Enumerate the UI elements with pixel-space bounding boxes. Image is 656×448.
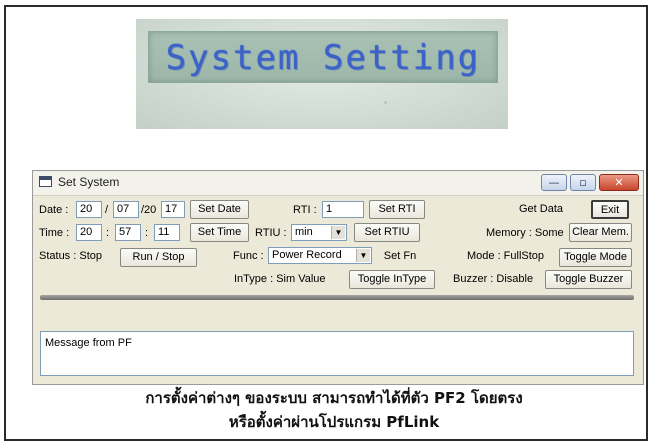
message-box[interactable]: Message from PF: [40, 331, 634, 376]
lcd-speck: [384, 101, 387, 104]
mode-label: Mode : FullStop: [467, 250, 545, 262]
set-rtiu-button[interactable]: Set RTIU: [354, 223, 420, 242]
run-stop-button[interactable]: Run / Stop: [120, 248, 197, 267]
time-separator-2: :: [145, 227, 149, 239]
toggle-mode-button[interactable]: Toggle Mode: [559, 248, 632, 267]
rtiu-label: RTIU :: [255, 227, 287, 239]
minimize-button[interactable]: —: [541, 174, 567, 191]
clear-memory-button[interactable]: Clear Mem.: [569, 223, 632, 242]
rti-label: RTI :: [293, 204, 317, 216]
func-select[interactable]: Power Record ▼: [268, 247, 372, 264]
rtiu-select[interactable]: min ▼: [291, 224, 347, 241]
time-separator-1: :: [106, 227, 110, 239]
close-button[interactable]: ✕: [599, 174, 639, 191]
set-system-window: Set System — ▫ ✕ Date : 20 / 07 /20 17 S…: [32, 170, 644, 385]
date-separator: /: [105, 204, 109, 216]
divider-bar: [40, 295, 634, 300]
window-title: Set System: [58, 175, 120, 189]
toggle-buzzer-button[interactable]: Toggle Buzzer: [545, 270, 632, 289]
time-label: Time :: [39, 227, 70, 239]
time-minute-field[interactable]: 57: [115, 224, 141, 241]
set-rti-button[interactable]: Set RTI: [369, 200, 425, 219]
date-month-field[interactable]: 07: [113, 201, 139, 218]
buzzer-label: Buzzer : Disable: [453, 273, 534, 285]
date-day-field[interactable]: 20: [76, 201, 102, 218]
set-time-button[interactable]: Set Time: [190, 223, 249, 242]
time-hour-field[interactable]: 20: [76, 224, 102, 241]
caption-line-1: การตั้งค่าต่างๆ ของระบบ สามารถทำได้ที่ตั…: [145, 389, 523, 407]
maximize-button[interactable]: ▫: [570, 174, 596, 191]
rti-field[interactable]: 1: [322, 201, 364, 218]
lcd-text: System Setting: [165, 38, 481, 78]
lcd-photo: System Setting: [136, 19, 508, 129]
time-second-field[interactable]: 11: [154, 224, 180, 241]
title-bar: Set System — ▫ ✕: [33, 171, 643, 196]
figure-frame: System Setting Set System — ▫ ✕ Date : 2…: [4, 5, 648, 441]
memory-label: Memory : Some: [486, 227, 564, 239]
chevron-down-icon[interactable]: ▼: [331, 226, 345, 239]
window-icon: [39, 176, 52, 187]
lcd-screen: System Setting: [148, 31, 498, 83]
chevron-down-icon[interactable]: ▼: [356, 249, 370, 262]
exit-button[interactable]: Exit: [591, 200, 629, 219]
rtiu-value: min: [295, 226, 313, 238]
set-fn-button[interactable]: Set Fn: [377, 247, 423, 266]
message-text: Message from PF: [45, 337, 132, 349]
set-date-button[interactable]: Set Date: [190, 200, 249, 219]
func-value: Power Record: [272, 249, 342, 261]
status-label: Status : Stop: [39, 250, 102, 262]
date-year-field[interactable]: 17: [161, 201, 185, 218]
date-label: Date :: [39, 204, 69, 216]
get-data-button[interactable]: Get Data: [513, 200, 569, 219]
caption-line-2: หรือตั้งค่าผ่านโปรแกรม PfLink: [228, 413, 440, 431]
date-year-prefix: /20: [141, 204, 157, 216]
intype-label: InType : Sim Value: [234, 273, 326, 285]
toggle-intype-button[interactable]: Toggle InType: [349, 270, 435, 289]
func-label: Func :: [233, 250, 264, 262]
